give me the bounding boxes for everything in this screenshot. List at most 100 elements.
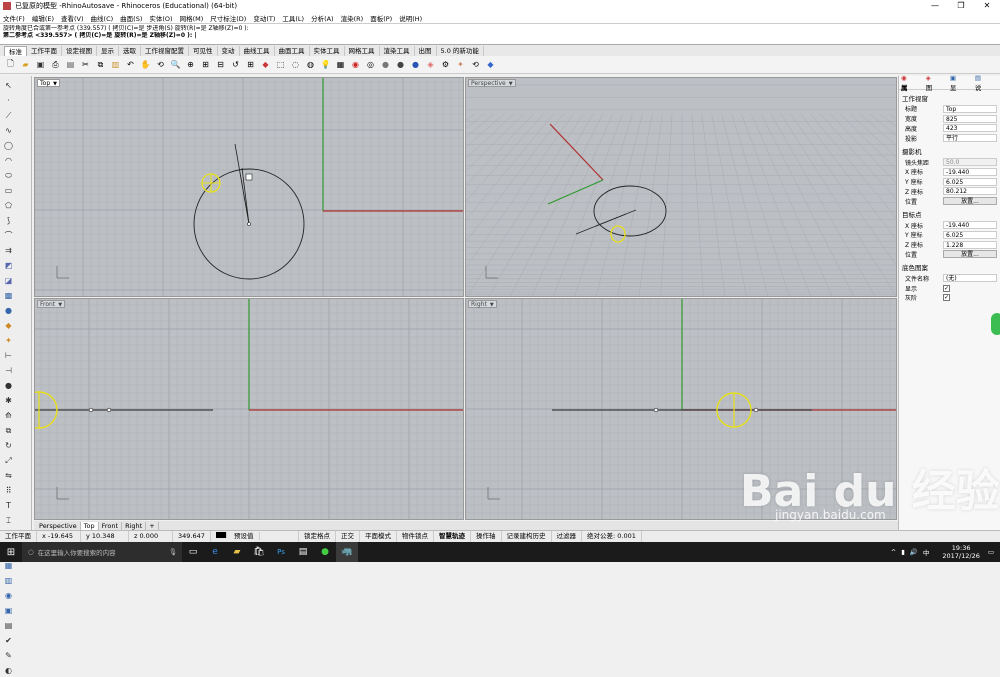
- menu-mesh[interactable]: 网格(M): [180, 13, 204, 23]
- properties-icon[interactable]: ◉: [349, 58, 362, 71]
- dimension-icon[interactable]: T: [2, 499, 15, 512]
- text-icon[interactable]: ⌶: [2, 514, 15, 527]
- volume-icon[interactable]: 🔊: [910, 548, 918, 556]
- command-prompt[interactable]: 第二参考点 <339.557> ( 拷贝(C)=是 旋转(R)=是 Z轴移(Z)…: [3, 32, 997, 39]
- vp-tab-add[interactable]: +: [146, 521, 159, 530]
- photoshop-icon[interactable]: Ps: [270, 542, 292, 562]
- tab-new-in-v5[interactable]: 5.0 的新功能: [437, 46, 484, 56]
- tab-render-tools[interactable]: 渲染工具: [380, 46, 415, 56]
- pan-icon[interactable]: ✋: [139, 58, 152, 71]
- cut-icon[interactable]: ✂: [79, 58, 92, 71]
- tab-mesh-tools[interactable]: 网格工具: [345, 46, 380, 56]
- freeform-icon[interactable]: ⟆: [2, 214, 15, 227]
- ellipse-icon[interactable]: ⬭: [2, 169, 15, 182]
- shaded-icon[interactable]: ●: [379, 58, 392, 71]
- input-method-icon[interactable]: 中: [923, 547, 930, 557]
- tab-cplane[interactable]: 工作平面: [27, 46, 62, 56]
- undo-icon[interactable]: ↶: [124, 58, 137, 71]
- menu-transform[interactable]: 变动(T): [253, 13, 275, 23]
- block-icon[interactable]: ▣: [2, 604, 15, 617]
- property-value[interactable]: 平行: [943, 134, 997, 143]
- viewport-top[interactable]: Top ▼: [34, 77, 464, 297]
- property-value[interactable]: -19.440: [943, 167, 997, 176]
- tab-transform[interactable]: 变动: [218, 46, 240, 56]
- status-planar[interactable]: 平面模式: [360, 531, 397, 542]
- material-icon[interactable]: ◈: [424, 58, 437, 71]
- floating-assistant-icon[interactable]: [991, 313, 1000, 335]
- show-objects-icon[interactable]: ◌: [289, 58, 302, 71]
- panel-tab-display[interactable]: ▣显: [950, 74, 969, 92]
- point-icon[interactable]: ·: [2, 94, 15, 107]
- menu-panels[interactable]: 面板(P): [370, 13, 392, 23]
- paste-icon[interactable]: ▥: [109, 58, 122, 71]
- property-checkbox[interactable]: ✓: [943, 294, 950, 302]
- print-icon[interactable]: ⎙: [49, 58, 62, 71]
- panel-tab-layers[interactable]: ◈图: [926, 74, 944, 92]
- command-area[interactable]: 旋转角度已合或第一参考点 (339.557) ( 拷贝(C)=是 步进角(S) …: [0, 23, 1000, 45]
- boolean-icon[interactable]: ◆: [2, 319, 15, 332]
- tab-viewport-layout[interactable]: 工作视窗配置: [141, 46, 189, 56]
- zoom-selected-icon[interactable]: ⊟: [214, 58, 227, 71]
- status-grid-snap[interactable]: 锁定格点: [299, 531, 336, 542]
- curve-icon[interactable]: ∿: [2, 124, 15, 137]
- select-all-icon[interactable]: ⬚: [274, 58, 287, 71]
- tab-set-view[interactable]: 设定视图: [62, 46, 97, 56]
- menu-analyze[interactable]: 分析(A): [311, 13, 334, 23]
- select-arrow-icon[interactable]: ↖: [2, 79, 15, 92]
- arc-icon[interactable]: ◠: [2, 154, 15, 167]
- status-history[interactable]: 记录建构历史: [502, 531, 552, 542]
- wireframe-icon[interactable]: ◎: [364, 58, 377, 71]
- split-icon[interactable]: ⊣: [2, 364, 15, 377]
- status-filter[interactable]: 过滤器: [552, 531, 582, 542]
- tab-standard[interactable]: 标准: [4, 46, 27, 56]
- property-value[interactable]: 825: [943, 114, 997, 123]
- rectangle-icon[interactable]: ▭: [2, 184, 15, 197]
- property-value[interactable]: -19.440: [943, 221, 997, 230]
- status-osnap[interactable]: 物件锁点: [397, 531, 434, 542]
- panel-tab-properties[interactable]: ◉属: [901, 74, 920, 92]
- word-icon[interactable]: ▤: [292, 542, 314, 562]
- property-value[interactable]: 6.025: [943, 230, 997, 239]
- property-value[interactable]: (无): [943, 274, 997, 283]
- viewport-label-top[interactable]: Top ▼: [37, 79, 60, 87]
- array-icon[interactable]: ⠿: [2, 484, 15, 497]
- tab-curve-tools[interactable]: 曲线工具: [240, 46, 275, 56]
- rotate-icon[interactable]: ↻: [2, 439, 15, 452]
- status-layer[interactable]: 预设值: [211, 531, 299, 542]
- layers-icon[interactable]: ▦: [334, 58, 347, 71]
- viewport-label-front[interactable]: Front ▼: [37, 300, 66, 308]
- browser-icon[interactable]: ●: [314, 542, 336, 562]
- menu-edit[interactable]: 编辑(E): [32, 13, 54, 23]
- check-icon[interactable]: ✔: [2, 634, 15, 647]
- maximize-button[interactable]: ❐: [948, 0, 974, 12]
- cplane-icon[interactable]: ◆: [259, 58, 272, 71]
- zoom-window-icon[interactable]: ⊕: [184, 58, 197, 71]
- status-ortho[interactable]: 正交: [336, 531, 360, 542]
- copy-tool-icon[interactable]: ⧉: [2, 424, 15, 437]
- tab-solid-tools[interactable]: 实体工具: [310, 46, 345, 56]
- property-value[interactable]: 50.0: [943, 158, 997, 167]
- clipboard-icon[interactable]: ▤: [2, 619, 15, 632]
- circle-icon[interactable]: ◯: [2, 139, 15, 152]
- join-icon[interactable]: ●: [2, 379, 15, 392]
- tab-drafting[interactable]: 出图: [415, 46, 437, 56]
- surface-icon[interactable]: ◩: [2, 259, 15, 272]
- file-explorer-icon[interactable]: ▰: [226, 542, 248, 562]
- render-tool-icon[interactable]: ◉: [2, 589, 15, 602]
- menu-surface[interactable]: 曲面(S): [120, 13, 142, 23]
- tab-display[interactable]: 显示: [97, 46, 119, 56]
- property-value[interactable]: 80.212: [943, 187, 997, 196]
- place-button[interactable]: 放置...: [943, 250, 997, 259]
- menu-file[interactable]: 文件(F): [3, 13, 25, 23]
- edge-icon[interactable]: e: [204, 542, 226, 562]
- viewport-label-perspective[interactable]: Perspective ▼: [468, 79, 516, 87]
- store-icon[interactable]: 🛍: [248, 542, 270, 562]
- trim-icon[interactable]: ⊢: [2, 349, 15, 362]
- notification-icon[interactable]: ▭: [988, 548, 994, 556]
- help-icon[interactable]: ⟲: [469, 58, 482, 71]
- close-button[interactable]: ✕: [974, 0, 1000, 12]
- rendered-icon[interactable]: ●: [394, 58, 407, 71]
- undo-view-icon[interactable]: ↺: [229, 58, 242, 71]
- hide-objects-icon[interactable]: ◍: [304, 58, 317, 71]
- menu-dimension[interactable]: 尺寸标注(D): [210, 13, 246, 23]
